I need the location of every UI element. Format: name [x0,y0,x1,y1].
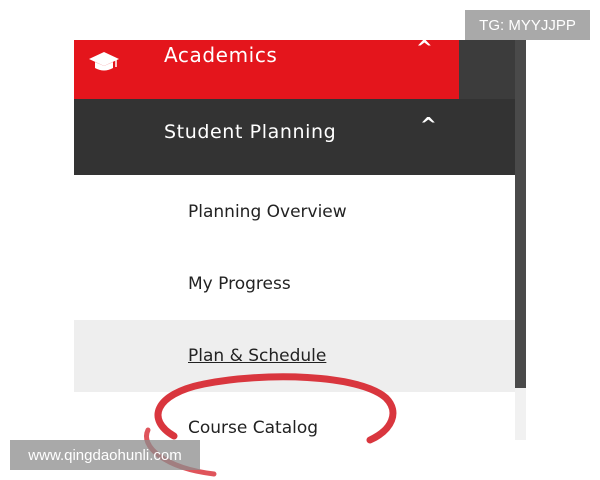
nav-item-planning-overview[interactable]: Planning Overview [74,176,515,248]
nav-label-academics: Academics [164,43,278,67]
nav-label-student-planning: Student Planning [164,121,337,143]
academics-row-shade [459,40,515,99]
nav-label-planning-overview: Planning Overview [188,202,347,222]
nav-item-course-catalog[interactable]: Course Catalog [74,392,515,440]
nav-label-plan-schedule[interactable]: Plan & Schedule [188,346,326,366]
nav-item-student-planning[interactable]: Student Planning ^ [74,99,515,175]
nav-label-course-catalog: Course Catalog [188,418,319,438]
nav-item-plan-schedule[interactable]: Plan & Schedule [74,320,515,392]
nav-item-my-progress[interactable]: My Progress [74,248,515,320]
watermark-top: TG: MYYJJPP [465,10,590,40]
graduation-cap-icon [89,52,119,71]
chevron-up-icon[interactable]: ^ [416,40,433,58]
scrollbar-thumb[interactable] [515,40,526,388]
screenshot-frame: Academics ^ Student Planning ^ Planning … [0,0,600,480]
nav-label-my-progress: My Progress [188,274,291,294]
nav-item-academics[interactable]: Academics ^ [74,40,459,99]
chevron-up-icon[interactable]: ^ [420,115,437,135]
navigation-menu: Academics ^ Student Planning ^ Planning … [74,40,526,440]
watermark-bottom: www.qingdaohunli.com [10,440,200,470]
